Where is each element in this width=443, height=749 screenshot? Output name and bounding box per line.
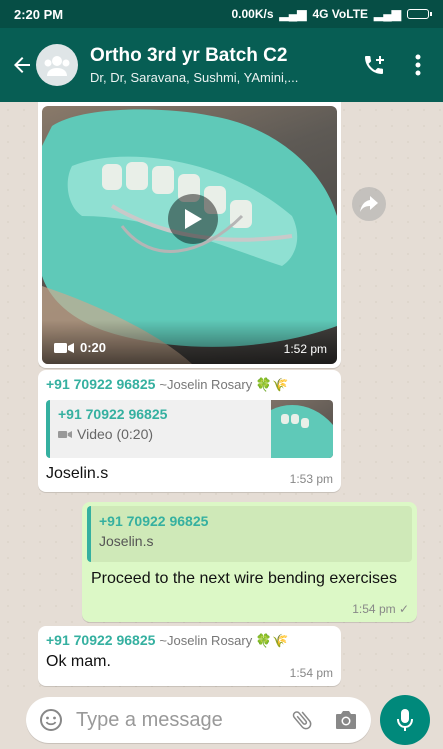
outgoing-message[interactable]: +91 70922 96825 Joselin.s Proceed to the…: [82, 502, 417, 622]
emoji-icon[interactable]: [38, 707, 64, 733]
message-time: 1:54 pm: [289, 666, 333, 680]
message-input[interactable]: [76, 708, 276, 732]
signal-icon: ▂▄▆: [279, 7, 307, 21]
video-duration: 0:20: [54, 340, 106, 355]
status-time: 2:20 PM: [14, 6, 64, 22]
video-message[interactable]: 0:20 1:52 pm: [38, 102, 341, 368]
add-call-icon[interactable]: [359, 50, 389, 80]
sender-number: +91 70922 96825: [46, 376, 156, 392]
quote-text: Video (0:20): [77, 426, 154, 442]
net-speed: 0.00K/s: [231, 7, 274, 21]
more-vert-icon[interactable]: [403, 50, 433, 80]
quoted-message[interactable]: +91 70922 96825 Joselin.s: [87, 506, 412, 562]
video-duration-text: 0:20: [80, 340, 107, 355]
message-input-pill: [26, 697, 371, 743]
sender-alias: ~Joselin Rosary 🍀🌾: [159, 377, 289, 392]
sender-number: +91 70922 96825: [46, 632, 156, 648]
mic-icon[interactable]: [380, 695, 430, 745]
chat-area[interactable]: 0:20 1:52 pm +91 70922 96825 ~Joselin Ros…: [0, 102, 443, 689]
quote-video-thumbnail: [271, 400, 333, 458]
chat-header: Ortho 3rd yr Batch C2 Dr, Dr, Saravana, …: [0, 28, 443, 102]
video-thumbnail[interactable]: 0:20 1:52 pm: [42, 106, 337, 364]
chat-title-block[interactable]: Ortho 3rd yr Batch C2 Dr, Dr, Saravana, …: [90, 45, 345, 85]
group-avatar-icon[interactable]: [36, 44, 78, 86]
group-title: Ortho 3rd yr Batch C2: [90, 45, 288, 66]
incoming-message-ok[interactable]: +91 70922 96825 ~Joselin Rosary 🍀🌾 Ok mam…: [38, 626, 341, 686]
video-camera-icon: [54, 342, 74, 353]
quote-sender: +91 70922 96825: [99, 513, 209, 529]
attach-icon[interactable]: [289, 707, 315, 733]
status-bar: 2:20 PM 0.00K/s ▂▄▆ 4G VoLTE ▂▄▆: [0, 0, 443, 28]
message-sender[interactable]: +91 70922 96825 ~Joselin Rosary 🍀🌾: [46, 632, 333, 649]
video-camera-icon: [58, 430, 72, 438]
message-time: 1:53 pm: [289, 472, 333, 486]
quote-text: Joselin.s: [99, 533, 154, 549]
incoming-message-joselin[interactable]: +91 70922 96825 ~Joselin Rosary 🍀🌾 +91 70…: [38, 370, 341, 492]
message-sender[interactable]: +91 70922 96825 ~Joselin Rosary 🍀🌾: [46, 376, 333, 393]
play-icon[interactable]: [168, 194, 218, 244]
status-indicators: 0.00K/s ▂▄▆ 4G VoLTE ▂▄▆: [231, 7, 432, 21]
quoted-message[interactable]: +91 70922 96825 Video (0:20): [46, 400, 333, 458]
back-arrow-icon[interactable]: [10, 53, 34, 77]
signal-icon-2: ▂▄▆: [374, 7, 401, 21]
video-time: 1:52 pm: [283, 342, 327, 356]
camera-icon[interactable]: [333, 707, 359, 733]
sender-alias: ~Joselin Rosary 🍀🌾: [159, 633, 289, 648]
group-members: Dr, Dr, Saravana, Sushmi, YAmini,...: [90, 70, 299, 85]
battery-icon: [407, 9, 432, 19]
message-text: Proceed to the next wire bending exercis…: [91, 570, 397, 587]
forward-icon[interactable]: [352, 187, 386, 221]
network-type: 4G VoLTE: [312, 7, 369, 21]
input-bar: [0, 689, 443, 749]
message-time: 1:54 pm ✓: [352, 602, 409, 616]
